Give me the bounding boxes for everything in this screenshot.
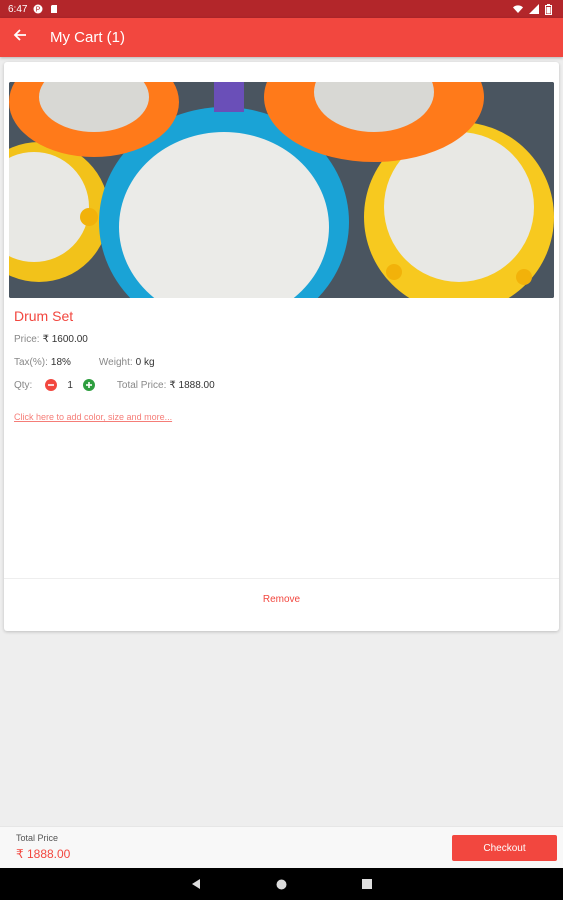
cart-item-card: Drum Set Price: ₹ 1600.00 Tax(%): 18% We… <box>4 62 559 631</box>
remove-button[interactable]: Remove <box>4 579 559 619</box>
status-time: 6:47 <box>8 3 28 15</box>
status-bar: 6:47 P <box>0 0 563 18</box>
signal-icon <box>529 4 539 14</box>
product-name: Drum Set <box>14 308 74 324</box>
weight-value: 0 kg <box>135 357 155 368</box>
sd-card-icon <box>49 4 59 14</box>
app-bar: My Cart (1) <box>0 18 563 57</box>
footer-total-label: Total Price <box>16 833 59 843</box>
price-value: ₹ 1600.00 <box>42 334 88 345</box>
wifi-icon <box>513 4 523 14</box>
back-button[interactable] <box>0 18 40 57</box>
svg-text:P: P <box>36 7 41 14</box>
checkout-button[interactable]: Checkout <box>452 835 557 861</box>
footer-total-value: ₹ 1888.00 <box>16 847 71 861</box>
arrow-left-icon <box>13 28 27 47</box>
customize-options-link[interactable]: Click here to add color, size and more..… <box>14 412 172 422</box>
increase-qty-button[interactable] <box>82 379 95 391</box>
tax-value: 18% <box>50 357 71 368</box>
nav-home-icon[interactable] <box>276 879 287 890</box>
qty-label: Qty: <box>14 379 33 391</box>
decrease-qty-button[interactable] <box>45 379 58 391</box>
qty-value: 1 <box>67 379 73 391</box>
price-label: Price: <box>14 334 40 345</box>
nav-recents-icon[interactable] <box>362 879 372 889</box>
total-price-value: ₹ 1888.00 <box>169 379 215 391</box>
qty-row: Qty: 1 Total Price: ₹ 1888.00 <box>14 379 215 391</box>
total-price-label: Total Price: <box>116 379 167 391</box>
plus-icon <box>85 382 92 388</box>
battery-icon <box>545 4 555 15</box>
product-image[interactable] <box>9 82 554 298</box>
minus-icon <box>48 384 55 386</box>
price-row: Price: ₹ 1600.00 <box>14 334 88 345</box>
nav-back-icon[interactable] <box>191 878 201 890</box>
system-nav-bar <box>0 868 563 900</box>
weight-label: Weight: <box>98 357 133 368</box>
tax-label: Tax(%): <box>14 357 48 368</box>
page-title: My Cart (1) <box>50 29 125 46</box>
tax-weight-row: Tax(%): 18% Weight: 0 kg <box>14 357 155 368</box>
checkout-bar: Total Price ₹ 1888.00 Checkout <box>0 826 563 869</box>
notification-icon: P <box>33 4 43 14</box>
